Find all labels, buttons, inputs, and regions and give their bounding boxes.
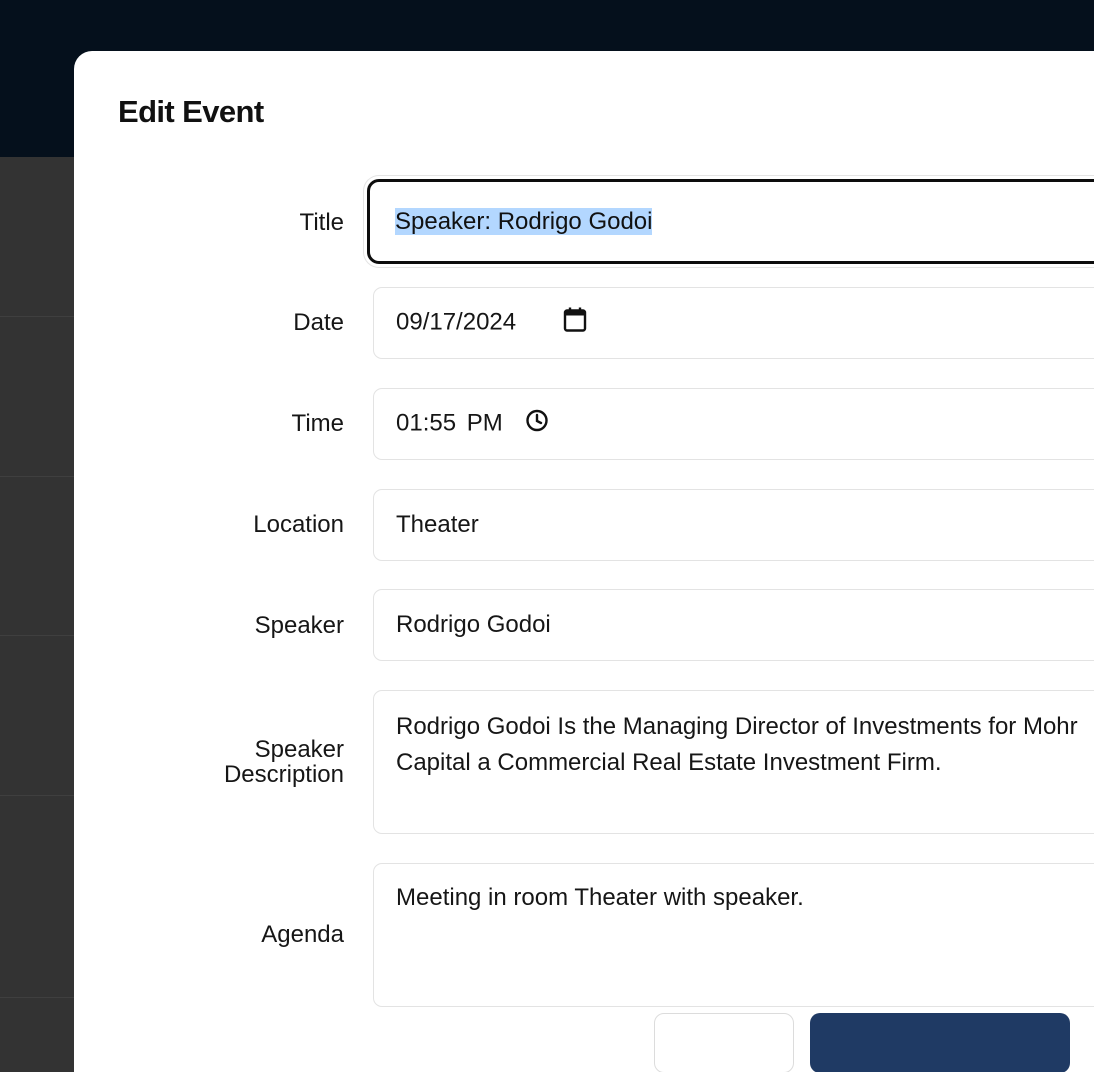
background-divider [0, 316, 74, 317]
date-value: 09/17/2024 [396, 308, 517, 336]
title-label: Title [299, 209, 344, 236]
modal-title: Edit Event [118, 94, 264, 129]
date-input[interactable]: 09/17/2024 [373, 287, 1094, 359]
speaker-value: Rodrigo Godoi [396, 611, 551, 638]
title-input[interactable]: Speaker: Rodrigo Godoi [367, 179, 1094, 264]
background-divider [0, 635, 74, 636]
speaker-description-label-line1: Speaker [254, 736, 344, 763]
agenda-label: Agenda [261, 921, 344, 948]
location-input[interactable]: Theater [373, 489, 1094, 561]
location-label: Location [253, 511, 344, 538]
cancel-button[interactable] [654, 1013, 794, 1072]
time-value: 01:55 PM [396, 409, 503, 437]
time-input[interactable]: 01:55 PM [373, 388, 1094, 460]
agenda-textarea[interactable]: Meeting in room Theater with speaker. [373, 863, 1094, 1007]
background-divider [0, 997, 74, 998]
save-button[interactable] [810, 1013, 1070, 1072]
speaker-description-value: Rodrigo Godoi Is the Managing Director o… [396, 713, 1078, 776]
location-value: Theater [396, 511, 479, 538]
time-label: Time [291, 410, 344, 437]
clock-icon[interactable] [525, 409, 549, 440]
date-label: Date [293, 309, 344, 336]
speaker-input[interactable]: Rodrigo Godoi [373, 589, 1094, 661]
speaker-description-label: Speaker Description [104, 737, 344, 787]
calendar-icon[interactable] [563, 307, 587, 340]
speaker-label: Speaker [254, 612, 344, 639]
agenda-value: Meeting in room Theater with speaker. [396, 884, 804, 911]
title-value: Speaker: Rodrigo Godoi [395, 207, 653, 235]
edit-event-modal: Edit Event Title Speaker: Rodrigo Godoi … [74, 51, 1094, 1072]
speaker-description-textarea[interactable]: Rodrigo Godoi Is the Managing Director o… [373, 690, 1094, 834]
background-divider [0, 476, 74, 477]
background-divider [0, 795, 74, 796]
speaker-description-label-line2: Description [223, 761, 344, 788]
